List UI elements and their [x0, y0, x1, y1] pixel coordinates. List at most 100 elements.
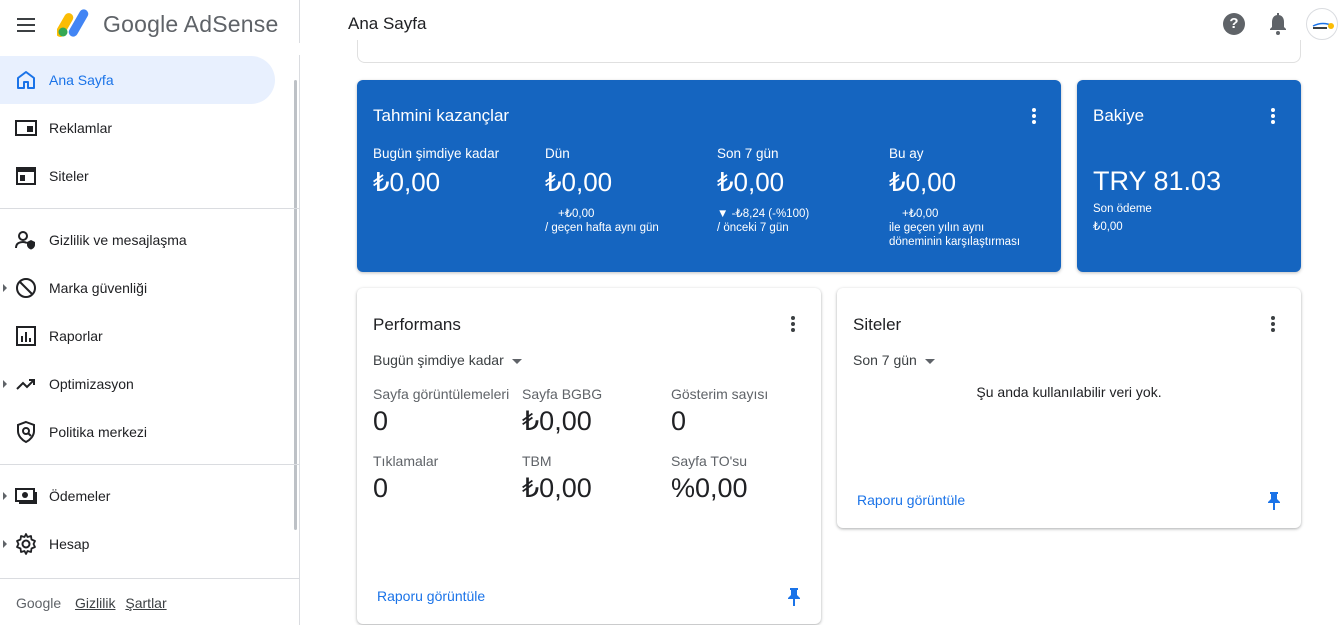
- metric-label: TBM: [522, 453, 552, 469]
- sidebar-item-ads[interactable]: Reklamlar: [0, 104, 275, 152]
- trending-up-icon: [16, 379, 35, 390]
- sidebar-divider: [0, 208, 299, 209]
- earnings-last7-column: Son 7 gün ₺0,00 ▼ -₺8,24 (-%100) / öncek…: [717, 146, 887, 234]
- performance-card-title: Performans: [373, 315, 461, 334]
- last-payment-value: ₺0,00: [1093, 221, 1123, 233]
- previous-card-edge: [357, 40, 1301, 63]
- balance-more-options-icon[interactable]: [1263, 106, 1283, 126]
- expand-caret-icon: [3, 380, 7, 388]
- sidebar-divider: [0, 578, 299, 579]
- sidebar-footer: Google Gizlilik Şartlar: [16, 595, 173, 611]
- sidebar-item-policy-center[interactable]: Politika merkezi: [0, 408, 275, 456]
- sidebar-item-optimization[interactable]: Optimizasyon: [0, 360, 275, 408]
- sidebar-item-sites[interactable]: Siteler: [0, 152, 275, 200]
- hamburger-menu-icon[interactable]: [14, 13, 38, 37]
- expand-caret-icon: [3, 492, 7, 500]
- sidebar-item-payments[interactable]: Ödemeler: [0, 472, 275, 520]
- metric-value: 0: [671, 406, 687, 436]
- help-icon[interactable]: ?: [1223, 13, 1245, 35]
- earnings-today-column: Bugün şimdiye kadar ₺0,00: [373, 146, 543, 198]
- metric-label: Gösterim sayısı: [671, 386, 769, 402]
- earnings-value: ₺0,00: [889, 167, 957, 197]
- sites-icon: [16, 167, 36, 185]
- earnings-change: +₺0,00: [558, 208, 595, 220]
- sites-view-report-link[interactable]: Raporu görüntüle: [857, 492, 965, 508]
- sidebar-item-label: Ana Sayfa: [49, 72, 114, 88]
- sidebar-scrollbar[interactable]: [294, 80, 297, 530]
- sidebar-item-privacy-messaging[interactable]: Gizlilik ve mesajlaşma: [0, 216, 275, 264]
- sites-card: Siteler Son 7 gün Şu anda kullanılabilir…: [837, 288, 1301, 528]
- sidebar-item-label: Politika merkezi: [49, 424, 148, 440]
- performance-view-report-link[interactable]: Raporu görüntüle: [377, 588, 485, 604]
- footer-terms-link[interactable]: Şartlar: [125, 595, 166, 611]
- earnings-comparison: ile geçen yılın aynı: [889, 222, 985, 234]
- sidebar-divider: [0, 464, 299, 465]
- metric-label: Sayfa BGBG: [522, 386, 603, 402]
- expand-caret-icon: [3, 284, 7, 292]
- metric-label: Tıklamalar: [373, 453, 439, 469]
- sites-card-title: Siteler: [853, 315, 902, 334]
- block-icon: [16, 278, 36, 298]
- earnings-label: Son 7 gün: [717, 146, 779, 161]
- earnings-value: ₺0,00: [717, 167, 785, 197]
- sidebar-item-account[interactable]: Hesap: [0, 520, 275, 568]
- shield-icon: [17, 420, 35, 444]
- metric-page-ctr: Sayfa TO'su %0,00: [671, 453, 811, 504]
- earnings-yesterday-column: Dün ₺0,00 +₺0,00 / geçen hafta aynı gün: [545, 146, 715, 234]
- earnings-label: Bugün şimdiye kadar: [373, 146, 500, 161]
- sidebar-item-reports[interactable]: Raporlar: [0, 312, 275, 360]
- sidebar-item-label: Marka güvenliği: [49, 280, 148, 296]
- sidebar-item-label: Siteler: [49, 168, 89, 184]
- dropdown-arrow-icon: [924, 358, 935, 364]
- performance-more-options-icon[interactable]: [783, 314, 803, 334]
- sidebar-item-label: Reklamlar: [49, 120, 113, 136]
- page-title: Ana Sayfa: [348, 14, 427, 33]
- metric-value: ₺0,00: [522, 406, 592, 436]
- bar-chart-icon: [16, 326, 36, 346]
- sidebar-item-label: Hesap: [49, 536, 90, 552]
- pin-icon[interactable]: [785, 587, 803, 607]
- sidebar-item-home[interactable]: Ana Sayfa: [0, 56, 275, 104]
- sidebar-item-label: Gizlilik ve mesajlaşma: [49, 232, 187, 248]
- notifications-bell-icon[interactable]: [1267, 12, 1289, 36]
- sidebar-border: [299, 55, 300, 625]
- metric-page-rpm: Sayfa BGBG ₺0,00: [522, 386, 662, 437]
- avatar-image-icon: [1312, 22, 1334, 29]
- earnings-month-column: Bu ay ₺0,00 +₺0,00 ile geçen yılın aynı …: [889, 146, 1059, 248]
- dropdown-arrow-icon: [511, 358, 522, 364]
- metric-value: ₺0,00: [522, 473, 592, 503]
- sites-period-dropdown[interactable]: Son 7 gün: [853, 352, 935, 368]
- gear-icon: [16, 533, 36, 555]
- sidebar-item-brand-safety[interactable]: Marka güvenliği: [0, 264, 275, 312]
- earnings-comparison-2: döneminin karşılaştırması: [889, 236, 1021, 248]
- sites-more-options-icon[interactable]: [1263, 314, 1283, 334]
- metric-clicks: Tıklamalar 0: [373, 453, 513, 504]
- sidebar-item-label: Ödemeler: [49, 488, 111, 504]
- earnings-label: Dün: [545, 146, 570, 161]
- home-icon: [17, 71, 35, 89]
- earnings-value: ₺0,00: [545, 167, 613, 197]
- earnings-comparison: / geçen hafta aynı gün: [545, 222, 659, 234]
- metric-page-views: Sayfa görüntülemeleri 0: [373, 386, 513, 437]
- brand-title: Google AdSense: [103, 11, 279, 37]
- earnings-card-title: Tahmini kazançlar: [373, 106, 510, 125]
- account-avatar[interactable]: [1306, 8, 1338, 40]
- earnings-change: +₺0,00: [902, 208, 939, 220]
- metric-value: 0: [373, 473, 389, 503]
- footer-privacy-link[interactable]: Gizlilik: [75, 595, 115, 611]
- last-payment-label: Son ödeme: [1093, 203, 1152, 215]
- earnings-more-options-icon[interactable]: [1024, 106, 1044, 126]
- sidebar-item-label: Raporlar: [49, 328, 103, 344]
- metric-value: 0: [373, 406, 389, 436]
- estimated-earnings-card: Tahmini kazançlar Bugün şimdiye kadar ₺0…: [357, 80, 1061, 272]
- performance-period-dropdown[interactable]: Bugün şimdiye kadar: [373, 352, 522, 368]
- adsense-logo-icon: [57, 9, 89, 37]
- pin-icon[interactable]: [1265, 491, 1283, 511]
- no-data-message: Şu anda kullanılabilir veri yok.: [976, 384, 1162, 400]
- balance-card-title: Bakiye: [1093, 106, 1145, 125]
- balance-card: Bakiye TRY 81.03 Son ödeme ₺0,00: [1077, 80, 1301, 272]
- ads-icon: [15, 120, 37, 136]
- period-dropdown-label: Son 7 gün: [853, 352, 917, 368]
- header-divider: [299, 0, 300, 43]
- metric-label: Sayfa görüntülemeleri: [373, 386, 510, 402]
